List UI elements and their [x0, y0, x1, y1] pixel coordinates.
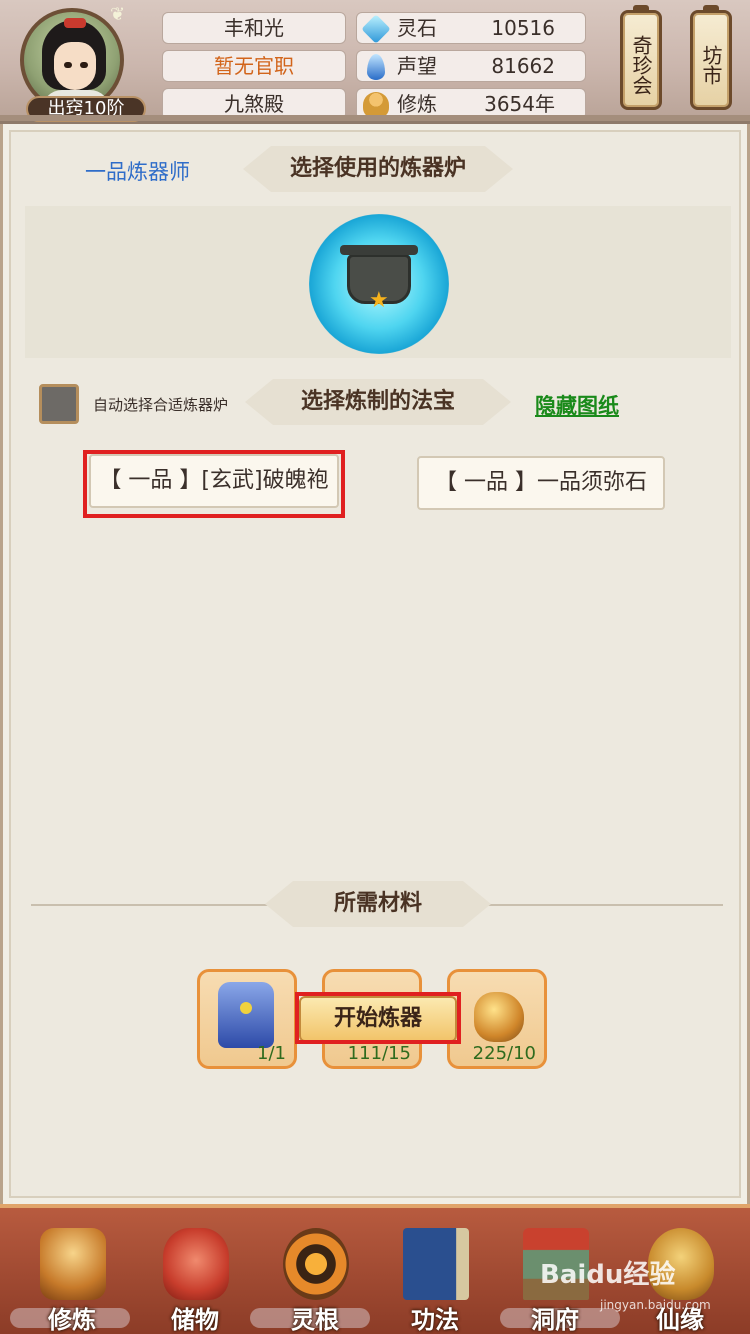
watermark-url: jingyan.baidu.com — [600, 1298, 711, 1312]
resource-value: 3654年 — [484, 92, 555, 116]
reputation-icon — [367, 54, 385, 80]
material-quantity: 225/10 — [472, 1043, 536, 1064]
nav-label: 功法 — [411, 1306, 459, 1334]
resource-label: 灵石 — [397, 16, 437, 40]
start-button-highlight — [295, 992, 461, 1044]
nav-label: 修炼 — [48, 1306, 96, 1334]
spirit-stone-icon — [361, 14, 391, 44]
cultivation-icon — [363, 92, 389, 118]
resource-reputation: 声望 81662 — [356, 50, 586, 82]
refine-panel: 一品炼器师 选择使用的炼器炉 ★ 自动选择合适炼器炉 选择炼制的法宝 隐藏图纸 … — [0, 124, 750, 1204]
material-quantity: 111/15 — [347, 1043, 411, 1064]
lantern-label: 坊市 — [699, 45, 723, 85]
materials-section-title: 所需材料 — [265, 881, 491, 927]
nav-storage[interactable]: 储物 — [145, 1220, 245, 1334]
auto-select-label: 自动选择合适炼器炉 — [93, 396, 229, 414]
player-name: 丰和光 — [162, 12, 346, 44]
resource-value: 10516 — [491, 16, 555, 40]
nav-technique[interactable]: 功法 — [385, 1220, 485, 1334]
storage-bag-icon — [163, 1228, 229, 1300]
auto-select-checkbox[interactable] — [39, 384, 79, 424]
nav-cultivate[interactable]: 修炼 — [22, 1220, 122, 1334]
armor-robe-icon — [218, 982, 274, 1048]
resource-label: 修炼 — [397, 92, 437, 116]
star-icon: ★ — [369, 288, 389, 313]
official-title[interactable]: 暂无官职 — [162, 50, 346, 82]
nav-spirit-root[interactable]: 灵根 — [265, 1220, 365, 1334]
technique-book-icon — [403, 1228, 469, 1300]
market-button[interactable]: 坊市 — [690, 5, 732, 110]
top-status-bar: 出窍10阶 ❦ 丰和光 暂无官职 九煞殿 灵石 10516 声望 81662 修… — [0, 0, 750, 124]
hide-blueprint-link[interactable]: 隐藏图纸 — [535, 390, 619, 420]
lantern-label: 奇珍会 — [629, 35, 653, 95]
material-quantity: 1/1 — [257, 1043, 286, 1064]
nav-label: 灵根 — [291, 1306, 339, 1334]
treasure-fair-button[interactable]: 奇珍会 — [620, 5, 662, 110]
resource-label: 声望 — [397, 54, 437, 78]
furnace-section-title: 选择使用的炼器炉 — [243, 146, 513, 192]
butterfly-icon: ❦ — [110, 4, 126, 25]
artifact-option-sumeru-stone[interactable]: 【 一品 】一品须弥石 — [417, 456, 665, 510]
nav-label: 储物 — [171, 1306, 219, 1334]
material-slot[interactable]: 225/10 — [447, 969, 547, 1069]
gold-ore-icon — [474, 992, 524, 1042]
sect-name: 九煞殿 — [162, 88, 346, 120]
spirit-root-icon — [283, 1228, 349, 1300]
refiner-rank: 一品炼器师 — [85, 160, 190, 184]
realm-rank-badge: 出窍10阶 — [26, 96, 146, 122]
nav-label: 洞府 — [531, 1306, 579, 1334]
resource-value: 81662 — [491, 54, 555, 78]
material-slot[interactable]: 1/1 — [197, 969, 297, 1069]
selection-highlight — [83, 450, 345, 518]
artifact-section-title: 选择炼制的法宝 — [245, 379, 511, 425]
resource-cultivation: 修炼 3654年 — [356, 88, 586, 120]
cultivate-monk-icon — [40, 1228, 106, 1300]
furnace-icon[interactable]: ★ — [309, 214, 449, 354]
resource-spirit-stone: 灵石 10516 — [356, 12, 586, 44]
watermark-brand: Baidu经验 — [540, 1260, 676, 1290]
